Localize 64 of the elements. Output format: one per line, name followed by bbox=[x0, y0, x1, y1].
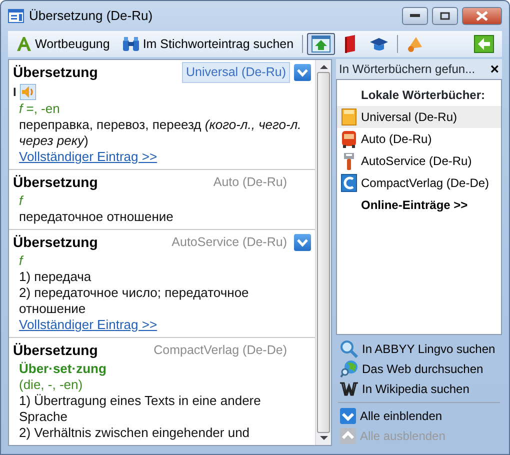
letter-a-icon bbox=[16, 36, 32, 52]
speaker-icon[interactable] bbox=[20, 84, 36, 100]
window-title: Übersetzung (De-Ru) bbox=[29, 7, 154, 26]
maximize-icon bbox=[440, 12, 450, 20]
grammar-note: f bbox=[19, 253, 23, 268]
grammar-note: f =, -en bbox=[19, 101, 60, 116]
translation-text: 1) передача bbox=[19, 269, 92, 284]
search-link[interactable]: Das Web durchsuchen bbox=[336, 359, 502, 379]
dictionary-item[interactable]: AutoService (De-Ru) bbox=[337, 150, 501, 172]
scroll-up-icon[interactable] bbox=[320, 64, 328, 70]
panel-title: In Wörterbüchern gefun... bbox=[339, 61, 476, 78]
chevron-up-icon bbox=[340, 428, 356, 444]
chevron-down-icon bbox=[340, 408, 356, 424]
folder-icon bbox=[341, 108, 357, 126]
toolbar-button[interactable]: Wortbeugung bbox=[12, 32, 114, 56]
search-icon bbox=[340, 340, 358, 358]
stress-mark: I bbox=[13, 84, 16, 101]
scrollbar[interactable] bbox=[315, 60, 331, 445]
expand-button[interactable] bbox=[294, 64, 311, 81]
close-icon bbox=[476, 11, 488, 21]
globe-search-icon bbox=[340, 360, 358, 378]
dictionary-item[interactable]: Auto (De-Ru) bbox=[337, 128, 501, 150]
dictionary-item[interactable]: Universal (De-Ru) bbox=[337, 106, 501, 128]
book-icon bbox=[342, 35, 357, 53]
wikipedia-w-icon bbox=[340, 381, 358, 397]
close-button[interactable] bbox=[462, 7, 502, 25]
chevron-down-icon bbox=[297, 238, 308, 246]
binoculars-icon bbox=[122, 36, 140, 52]
wrench-icon bbox=[341, 152, 357, 170]
minimize-button[interactable] bbox=[402, 7, 428, 25]
toggle-all-button[interactable]: Alle einblenden bbox=[336, 406, 502, 426]
scroll-down-icon[interactable] bbox=[320, 435, 328, 441]
horn-icon bbox=[406, 35, 424, 53]
dictionary-item[interactable]: CompactVerlag (De-De) bbox=[337, 172, 501, 194]
search-link[interactable]: In Wikipedia suchen bbox=[336, 379, 502, 399]
headword: Über·set·zung bbox=[19, 361, 106, 376]
chevron-down-icon bbox=[297, 68, 308, 76]
full-entry-link[interactable]: Vollständiger Eintrag >> bbox=[19, 149, 158, 164]
expand-button[interactable] bbox=[294, 234, 311, 251]
translation-text: переправка, перевоз, переезд (кого-л., чего-л. через реку) bbox=[19, 117, 302, 148]
c-letter-icon bbox=[341, 174, 357, 192]
translation-text: передаточное отношение bbox=[19, 209, 174, 224]
toolbar-button[interactable]: Im Stichworteintrag suchen bbox=[118, 32, 298, 56]
entry-title: Übersetzung bbox=[13, 63, 99, 82]
toolbar-button[interactable] bbox=[306, 33, 335, 55]
close-button[interactable]: × bbox=[490, 62, 499, 76]
maximize-button[interactable] bbox=[432, 7, 458, 25]
grammar-note: (die, -, -en) bbox=[19, 377, 83, 392]
dictionary-source-label[interactable]: Universal (De-Ru) bbox=[182, 62, 290, 83]
full-entry-link[interactable]: Vollständiger Eintrag >> bbox=[19, 317, 158, 332]
translation-text: 1) Übertragung eines Texts in eine andere Sprache bbox=[19, 393, 261, 424]
entry-title: Übersetzung bbox=[13, 233, 99, 252]
online-entries-link[interactable]: Online-Einträge >> bbox=[337, 194, 501, 216]
entry-title: Übersetzung bbox=[13, 173, 99, 192]
dictionary-icon bbox=[8, 9, 24, 23]
translation-text: 2) передаточное число; передаточное отношение bbox=[19, 285, 249, 316]
graduation-cap-icon bbox=[368, 35, 389, 53]
search-link[interactable]: In ABBYY Lingvo suchen bbox=[336, 339, 502, 359]
translation-text: 2) Verhältnis zwischen eingehender und bbox=[19, 425, 250, 440]
grammar-note: f bbox=[19, 193, 23, 208]
minimize-icon bbox=[410, 14, 420, 18]
section-heading: Lokale Wörterbücher: bbox=[360, 87, 486, 104]
bus-icon bbox=[341, 130, 357, 148]
entry-title: Übersetzung bbox=[13, 341, 99, 360]
